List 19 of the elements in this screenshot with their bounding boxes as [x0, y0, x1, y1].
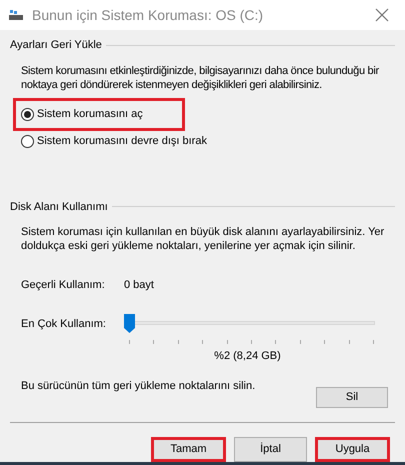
window-title: Bunun için Sistem Koruması: OS (C:) [32, 6, 264, 25]
dialog-button[interactable]: İptal [234, 437, 307, 462]
current-usage-label: Geçerli Kullanım: [21, 278, 106, 293]
dialog-button[interactable]: Uygula [315, 437, 390, 462]
description-text: Sistem korumasını etkinleştirdiğinizde, bilgisayarınızı daha önce bulunduğu bir noktaya geri döndürerek istenmeyen değişiklikleri geri alabilirsiniz. [20, 64, 380, 92]
close-icon[interactable] [375, 8, 389, 22]
slider-reading: %2 (8,24 GB) [214, 348, 281, 364]
delete-button[interactable]: Sil [316, 387, 388, 408]
current-usage-value: 0 bayt [124, 278, 154, 293]
description-text: Sistem koruması için kullanılan en büyük disk alanını ayarlayabilirsiniz. Yer doldukça eski geri yükleme noktaları, yenilerine yer açmak için silinir. [20, 225, 386, 253]
drive-icon [8, 9, 24, 21]
group-title: Ayarları Geri Yükle [10, 38, 102, 53]
dialog-button[interactable]: Tamam [151, 437, 226, 462]
radio-option[interactable]: Sistem korumasını aç [21, 106, 143, 122]
delete-text: Bu sürücünün tüm geri yükleme noktalarını silin. [21, 379, 256, 394]
slider-thumb[interactable] [124, 314, 135, 332]
radio-option[interactable]: Sistem korumasını devre dışı bırak [21, 133, 207, 150]
max-usage-label: En Çok Kullanım: [21, 317, 107, 332]
group-title: Disk Alanı Kullanımı [10, 200, 108, 214]
